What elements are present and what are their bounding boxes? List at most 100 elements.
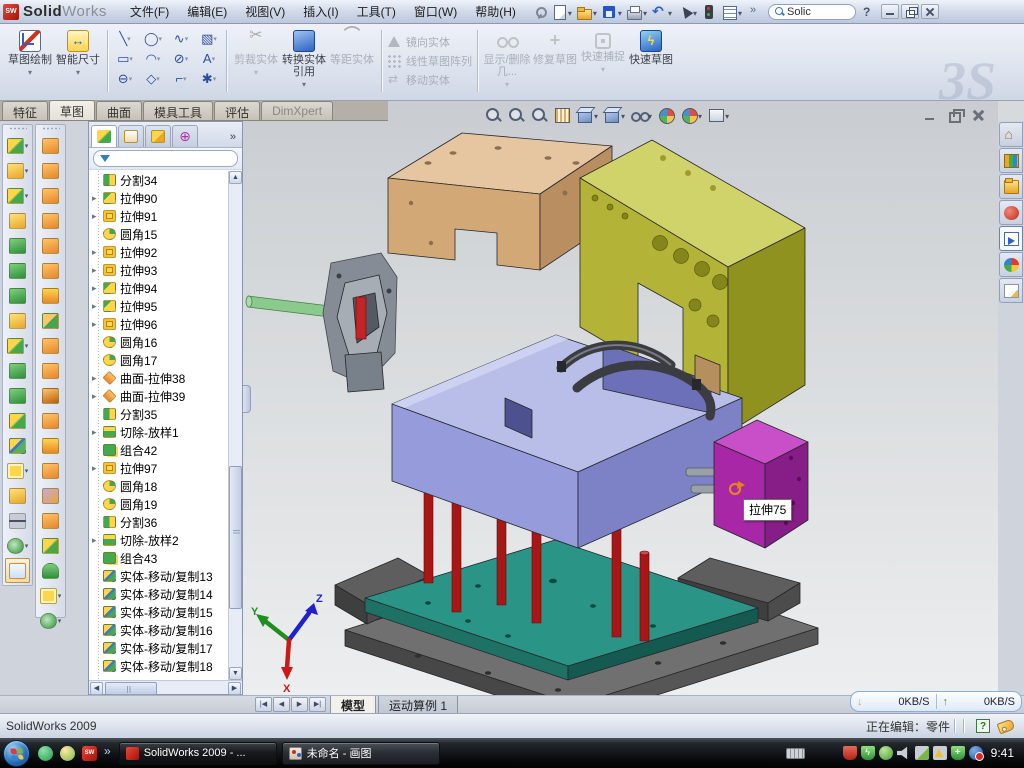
tree-item[interactable]: 实体-移动/复制15 <box>89 603 229 621</box>
task-pane-tab[interactable] <box>999 278 1023 303</box>
dropdown-arrow-icon[interactable] <box>567 3 572 21</box>
toolbar-button[interactable]: ▾ <box>36 533 65 558</box>
ribbon-button[interactable]: 镜向实体 <box>387 32 472 51</box>
restore-button[interactable] <box>901 4 919 19</box>
toolbar-button[interactable]: ▾ <box>36 258 65 283</box>
tree-horizontal-scrollbar[interactable] <box>89 680 242 694</box>
expand-arrow-icon[interactable] <box>92 463 102 474</box>
toolbar-button[interactable]: ▾ <box>3 408 32 433</box>
doc-close-button[interactable] <box>970 108 988 122</box>
tree-item[interactable]: 拉伸96 <box>89 315 229 333</box>
scroll-left-button[interactable] <box>90 682 103 695</box>
dropdown-arrow-icon[interactable] <box>280 78 328 91</box>
dropdown-arrow-icon[interactable]: ▾ <box>25 167 29 175</box>
dropdown-arrow-icon[interactable] <box>483 78 531 91</box>
tree-item[interactable]: 实体-移动/复制16 <box>89 621 229 639</box>
command-tab[interactable]: 评估 <box>214 101 260 120</box>
expand-arrow-icon[interactable] <box>92 319 102 330</box>
view-tool-button[interactable] <box>602 105 626 125</box>
tree-vertical-scrollbar[interactable] <box>228 171 242 680</box>
tab-scroll-button[interactable]: ▶ <box>291 697 308 712</box>
task-pane-tab[interactable] <box>999 252 1023 277</box>
dropdown-arrow-icon[interactable] <box>579 63 627 76</box>
tree-item[interactable]: 切除-放样2 <box>89 531 229 549</box>
menu-item[interactable]: 窗口(W) <box>405 0 466 23</box>
command-tab[interactable]: 特征 <box>2 101 48 120</box>
manager-tabs-overflow[interactable]: » <box>230 131 240 147</box>
manager-tab[interactable] <box>118 125 144 147</box>
tree-item[interactable]: 圆角18 <box>89 477 229 495</box>
toolbar-button[interactable]: ▾ <box>3 483 32 508</box>
task-pane-tab[interactable] <box>999 148 1023 173</box>
dropdown-arrow-icon[interactable]: ▾ <box>25 342 29 350</box>
manager-tab[interactable] <box>145 125 171 147</box>
status-help-icon[interactable]: ? <box>976 719 990 733</box>
tab-scroll-button[interactable]: ◀ <box>273 697 290 712</box>
tree-item[interactable]: 圆角16 <box>89 333 229 351</box>
scroll-thumb[interactable] <box>105 682 157 695</box>
tab-scroll-button[interactable]: |◀ <box>255 697 272 712</box>
view-tool-button[interactable] <box>552 105 572 125</box>
dropdown-arrow-icon[interactable] <box>594 106 598 124</box>
dropdown-arrow-icon[interactable]: ▾ <box>25 192 29 200</box>
toolbar-button[interactable]: ▾ <box>3 508 32 533</box>
toolbar-button[interactable]: ▾ <box>36 383 65 408</box>
toolbar-button[interactable]: ▾ <box>36 233 65 258</box>
dropdown-arrow-icon[interactable] <box>642 3 647 21</box>
view-tool-button[interactable] <box>706 105 730 125</box>
tree-item[interactable]: 实体-移动/复制13 <box>89 567 229 585</box>
task-pane-tab[interactable] <box>999 122 1023 147</box>
tree-item[interactable]: 拉伸95 <box>89 297 229 315</box>
dropdown-arrow-icon[interactable] <box>617 3 622 21</box>
doc-minimize-button[interactable] <box>922 108 940 122</box>
scroll-thumb[interactable] <box>229 466 242 609</box>
task-button[interactable]: SolidWorks 2009 - ... <box>119 742 277 765</box>
toolbar-button[interactable]: ▾ <box>36 558 65 583</box>
menu-item[interactable]: 文件(F) <box>121 0 178 23</box>
tray-icon[interactable] <box>861 746 875 760</box>
toolbar-button[interactable]: ▾ <box>36 358 65 383</box>
expand-arrow-icon[interactable] <box>92 283 102 294</box>
view-tool-button[interactable] <box>529 105 549 125</box>
ribbon-button[interactable]: 快速捕捉 <box>579 28 627 91</box>
dropdown-arrow-icon[interactable] <box>725 106 729 124</box>
toolbar-button[interactable]: ▾ <box>3 308 32 333</box>
help-button[interactable]: ? <box>860 5 873 19</box>
toolbar-button[interactable]: ▾ <box>36 333 65 358</box>
sketch-tool-button[interactable]: ⊘ <box>169 50 193 69</box>
sketch-tool-button[interactable]: ∿ <box>169 30 193 49</box>
toolbar-button[interactable]: ▾ <box>3 433 32 458</box>
tree-item[interactable]: 实体-移动/复制17 <box>89 639 229 657</box>
toolbar-button[interactable]: ▾ <box>36 583 65 608</box>
command-tab[interactable]: 草图 <box>49 100 95 120</box>
tree-item[interactable]: 组合43 <box>89 549 229 567</box>
toolbar-button[interactable]: ▾ <box>3 533 32 558</box>
dropdown-arrow-icon[interactable] <box>232 66 280 79</box>
toolbar-button[interactable]: ▾ <box>3 208 32 233</box>
toolbar-button[interactable] <box>624 2 649 22</box>
dropdown-arrow-icon[interactable] <box>621 106 625 124</box>
expand-arrow-icon[interactable] <box>92 265 102 276</box>
expand-arrow-icon[interactable] <box>92 427 102 438</box>
toolbar-button[interactable]: ▾ <box>36 158 65 183</box>
ribbon-button[interactable]: 智能尺寸 <box>54 28 102 79</box>
menu-item[interactable]: 帮助(H) <box>466 0 525 23</box>
toolbar-button[interactable]: ▾ <box>3 133 32 158</box>
scroll-up-button[interactable] <box>229 171 242 184</box>
toolbar-button[interactable] <box>744 2 764 22</box>
toolbar-button[interactable] <box>599 2 624 22</box>
toolbar-button[interactable] <box>529 2 549 22</box>
expand-arrow-icon[interactable] <box>92 193 102 204</box>
tree-filter-input[interactable] <box>93 150 238 167</box>
toolbar-button[interactable]: ▾ <box>3 258 32 283</box>
tree-item[interactable]: 圆角15 <box>89 225 229 243</box>
sketch-tool-button[interactable]: ✱ <box>197 70 221 89</box>
part-top-clamp-plate[interactable] <box>388 133 612 270</box>
toolbar-button[interactable]: ▾ <box>3 383 32 408</box>
toolbar-button[interactable]: ▾ <box>36 433 65 458</box>
expand-arrow-icon[interactable] <box>92 391 102 402</box>
manager-tab[interactable] <box>172 125 198 147</box>
sketch-tool-button[interactable]: ╲ <box>113 30 137 49</box>
toolbar-button[interactable]: ▾ <box>36 308 65 333</box>
dropdown-arrow-icon[interactable] <box>54 66 102 79</box>
